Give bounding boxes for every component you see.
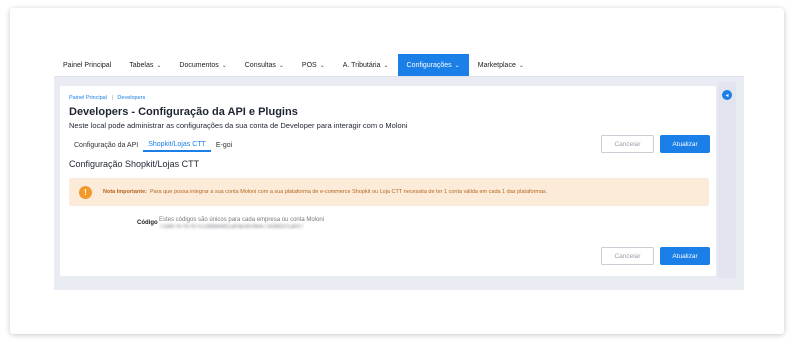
- nav-label: Tabelas: [129, 61, 154, 69]
- nav-tabelas[interactable]: Tabelas ⌄: [120, 54, 170, 76]
- code-label: Código: [137, 220, 158, 226]
- update-button-bottom[interactable]: Atualizar: [660, 247, 710, 265]
- nav-consultas[interactable]: Consultas ⌄: [236, 54, 293, 76]
- breadcrumb-separator: |: [111, 95, 113, 101]
- cancel-button-top[interactable]: Cancelar: [601, 135, 654, 153]
- chevron-down-icon: ⌄: [278, 62, 284, 69]
- nav-pos[interactable]: POS ⌄: [293, 54, 334, 76]
- section-title: Configuração Shopkit/Lojas CTT: [69, 159, 200, 169]
- code-hint: Estes códigos são únicos para cada empre…: [159, 217, 325, 223]
- nav-label: Consultas: [244, 61, 276, 69]
- nav-a-tributaria[interactable]: A. Tributária ⌄: [334, 54, 398, 76]
- tab-e-goi[interactable]: E-goi: [211, 138, 237, 152]
- page-subtitle: Neste local pode administrar as configur…: [69, 121, 408, 130]
- tab-shopkit-lojas-ctt[interactable]: Shopkit/Lojas CTT: [143, 138, 211, 152]
- nav-label: Marketplace: [477, 61, 516, 69]
- nav-configuracoes[interactable]: Configurações ⌄: [397, 54, 469, 76]
- breadcrumb-home[interactable]: Painel Principal: [69, 95, 107, 101]
- nav-label: Configurações: [406, 61, 452, 69]
- nav-marketplace[interactable]: Marketplace ⌄: [469, 54, 533, 76]
- update-button-top[interactable]: Atualizar: [660, 135, 710, 153]
- page-title: Developers - Configuração da API e Plugi…: [69, 106, 298, 118]
- alert-body: Para que possa integrar a sua conta Molo…: [150, 189, 548, 195]
- chevron-down-icon: ⌄: [221, 62, 227, 69]
- breadcrumb-current[interactable]: Developers: [117, 95, 145, 101]
- cancel-button-bottom[interactable]: Cancelar: [601, 247, 654, 265]
- chevron-down-icon: ⌄: [518, 62, 524, 69]
- main-navbar: Painel Principal Tabelas ⌄ Documentos ⌄ …: [54, 54, 744, 77]
- nav-label: Painel Principal: [63, 61, 112, 69]
- warning-icon: !: [79, 185, 92, 199]
- alert-strong-label: Nota Importante:: [103, 189, 147, 195]
- code-value[interactable]: 71887479797c1d8be6b1a0ac8c9ee7308d1f1a0f…: [159, 224, 304, 230]
- chevron-down-icon: ⌄: [319, 62, 325, 69]
- chevron-down-icon: ⌄: [383, 62, 389, 69]
- nav-painel-principal[interactable]: Painel Principal: [54, 54, 120, 76]
- nav-label: Documentos: [179, 61, 219, 69]
- developers-panel: Painel Principal | Developers Developers…: [60, 86, 716, 276]
- chevron-down-icon: ⌄: [156, 62, 162, 69]
- side-panel-rail: [718, 82, 736, 278]
- chevron-down-icon: ⌄: [454, 62, 460, 69]
- tab-configuracao-api[interactable]: Configuração da API: [69, 138, 143, 152]
- breadcrumb: Painel Principal | Developers: [69, 95, 145, 101]
- app-frame: Painel Principal Tabelas ⌄ Documentos ⌄ …: [54, 54, 744, 290]
- nav-label: POS: [301, 61, 317, 69]
- nav-documentos[interactable]: Documentos ⌄: [170, 54, 235, 76]
- alert-message: Nota Importante: Para que possa integrar …: [103, 189, 547, 195]
- nav-label: A. Tributária: [342, 61, 381, 69]
- tab-bar: Configuração da API Shopkit/Lojas CTT E-…: [69, 138, 237, 152]
- collapse-sidebar-icon[interactable]: ◂: [722, 90, 732, 100]
- important-note-alert: ! Nota Importante: Para que possa integra…: [69, 178, 709, 206]
